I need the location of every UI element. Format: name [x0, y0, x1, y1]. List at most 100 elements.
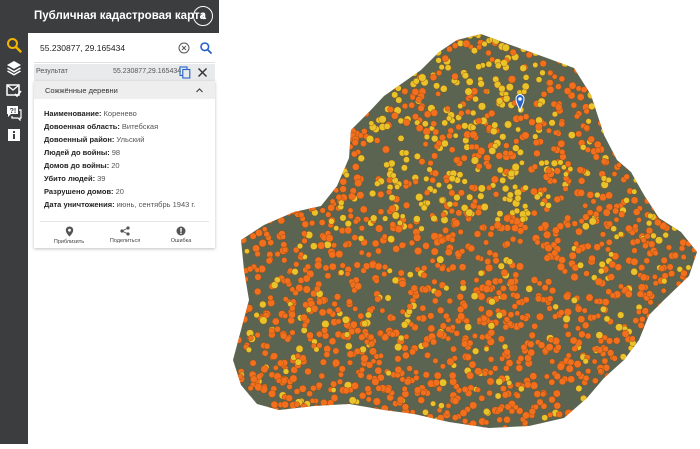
village-dot[interactable] — [245, 305, 253, 313]
village-dot[interactable] — [492, 366, 498, 372]
village-dot[interactable] — [619, 211, 625, 217]
village-dot[interactable] — [308, 37, 313, 42]
village-dot[interactable] — [387, 268, 392, 273]
village-dot[interactable] — [238, 42, 244, 48]
village-dot[interactable] — [659, 40, 667, 48]
village-dot[interactable] — [290, 198, 295, 203]
village-dot[interactable] — [423, 242, 430, 249]
village-dot[interactable] — [478, 270, 484, 276]
village-dot[interactable] — [374, 36, 380, 42]
village-dot[interactable] — [362, 321, 368, 327]
village-dot[interactable] — [382, 234, 387, 239]
village-dot[interactable] — [299, 385, 306, 392]
village-dot[interactable] — [658, 188, 664, 194]
village-dot[interactable] — [264, 413, 271, 420]
village-dot[interactable] — [570, 432, 575, 437]
village-dot[interactable] — [648, 160, 655, 167]
village-dot[interactable] — [594, 299, 599, 304]
village-dot[interactable] — [414, 375, 420, 381]
village-dot[interactable] — [427, 167, 433, 173]
village-dot[interactable] — [229, 171, 234, 176]
village-dot[interactable] — [332, 301, 338, 307]
village-dot[interactable] — [473, 430, 480, 437]
village-dot[interactable] — [532, 164, 538, 170]
village-dot[interactable] — [681, 343, 688, 350]
village-dot[interactable] — [536, 313, 543, 320]
village-dot[interactable] — [302, 238, 308, 244]
village-dot[interactable] — [294, 119, 300, 125]
village-dot[interactable] — [620, 139, 625, 144]
village-dot[interactable] — [353, 219, 358, 224]
village-dot[interactable] — [574, 67, 581, 74]
village-dot[interactable] — [278, 209, 284, 215]
village-dot[interactable] — [343, 387, 350, 394]
village-dot[interactable] — [439, 266, 445, 272]
village-dot[interactable] — [644, 335, 650, 341]
village-dot[interactable] — [537, 102, 542, 107]
village-dot[interactable] — [237, 54, 244, 61]
village-dot[interactable] — [420, 305, 426, 311]
village-dot[interactable] — [513, 272, 519, 278]
village-dot[interactable] — [286, 109, 293, 116]
village-dot[interactable] — [649, 315, 655, 321]
village-dot[interactable] — [465, 109, 471, 115]
village-dot[interactable] — [512, 163, 520, 171]
village-dot[interactable] — [366, 37, 373, 44]
village-dot[interactable] — [301, 314, 308, 321]
village-dot[interactable] — [393, 245, 400, 252]
village-dot[interactable] — [612, 37, 619, 44]
village-dot[interactable] — [285, 209, 292, 216]
village-dot[interactable] — [529, 408, 536, 415]
village-dot[interactable] — [244, 151, 251, 158]
village-dot[interactable] — [380, 75, 387, 82]
village-dot[interactable] — [602, 358, 608, 364]
village-dot[interactable] — [369, 335, 375, 341]
village-dot[interactable] — [660, 188, 667, 195]
village-dot[interactable] — [280, 333, 287, 340]
village-dot[interactable] — [540, 60, 547, 67]
village-dot[interactable] — [324, 73, 330, 79]
village-dot[interactable] — [338, 97, 344, 103]
village-dot[interactable] — [596, 205, 603, 212]
village-dot[interactable] — [585, 51, 591, 57]
village-dot[interactable] — [683, 33, 689, 39]
village-dot[interactable] — [317, 187, 323, 193]
village-dot[interactable] — [434, 290, 441, 297]
village-dot[interactable] — [545, 202, 551, 208]
village-dot[interactable] — [229, 132, 235, 138]
village-dot[interactable] — [493, 37, 500, 44]
village-dot[interactable] — [553, 304, 559, 310]
village-dot[interactable] — [263, 175, 269, 181]
village-dot[interactable] — [645, 352, 651, 358]
village-dot[interactable] — [236, 199, 242, 205]
village-dot[interactable] — [228, 293, 234, 299]
village-dot[interactable] — [675, 164, 682, 171]
village-dot[interactable] — [235, 233, 241, 239]
village-dot[interactable] — [290, 207, 297, 214]
village-dot[interactable] — [582, 308, 587, 313]
village-dot[interactable] — [662, 208, 668, 214]
village-dot[interactable] — [664, 410, 670, 416]
village-dot[interactable] — [234, 70, 241, 77]
village-dot[interactable] — [390, 332, 396, 338]
village-dot[interactable] — [415, 45, 422, 52]
village-dot[interactable] — [559, 256, 566, 263]
village-dot[interactable] — [628, 388, 634, 394]
village-dot[interactable] — [418, 105, 425, 112]
village-dot[interactable] — [311, 305, 318, 312]
village-dot[interactable] — [320, 208, 326, 214]
village-dot[interactable] — [483, 89, 488, 94]
village-dot[interactable] — [658, 387, 664, 393]
village-dot[interactable] — [641, 416, 648, 423]
village-dot[interactable] — [384, 123, 390, 129]
village-dot[interactable] — [358, 235, 364, 241]
village-dot[interactable] — [245, 149, 252, 156]
village-dot[interactable] — [234, 63, 240, 69]
village-dot[interactable] — [352, 163, 359, 170]
village-dot[interactable] — [283, 93, 289, 99]
village-dot[interactable] — [253, 182, 259, 188]
village-dot[interactable] — [391, 316, 396, 321]
village-dot[interactable] — [357, 192, 364, 199]
village-dot[interactable] — [602, 428, 608, 434]
village-dot[interactable] — [254, 288, 261, 295]
